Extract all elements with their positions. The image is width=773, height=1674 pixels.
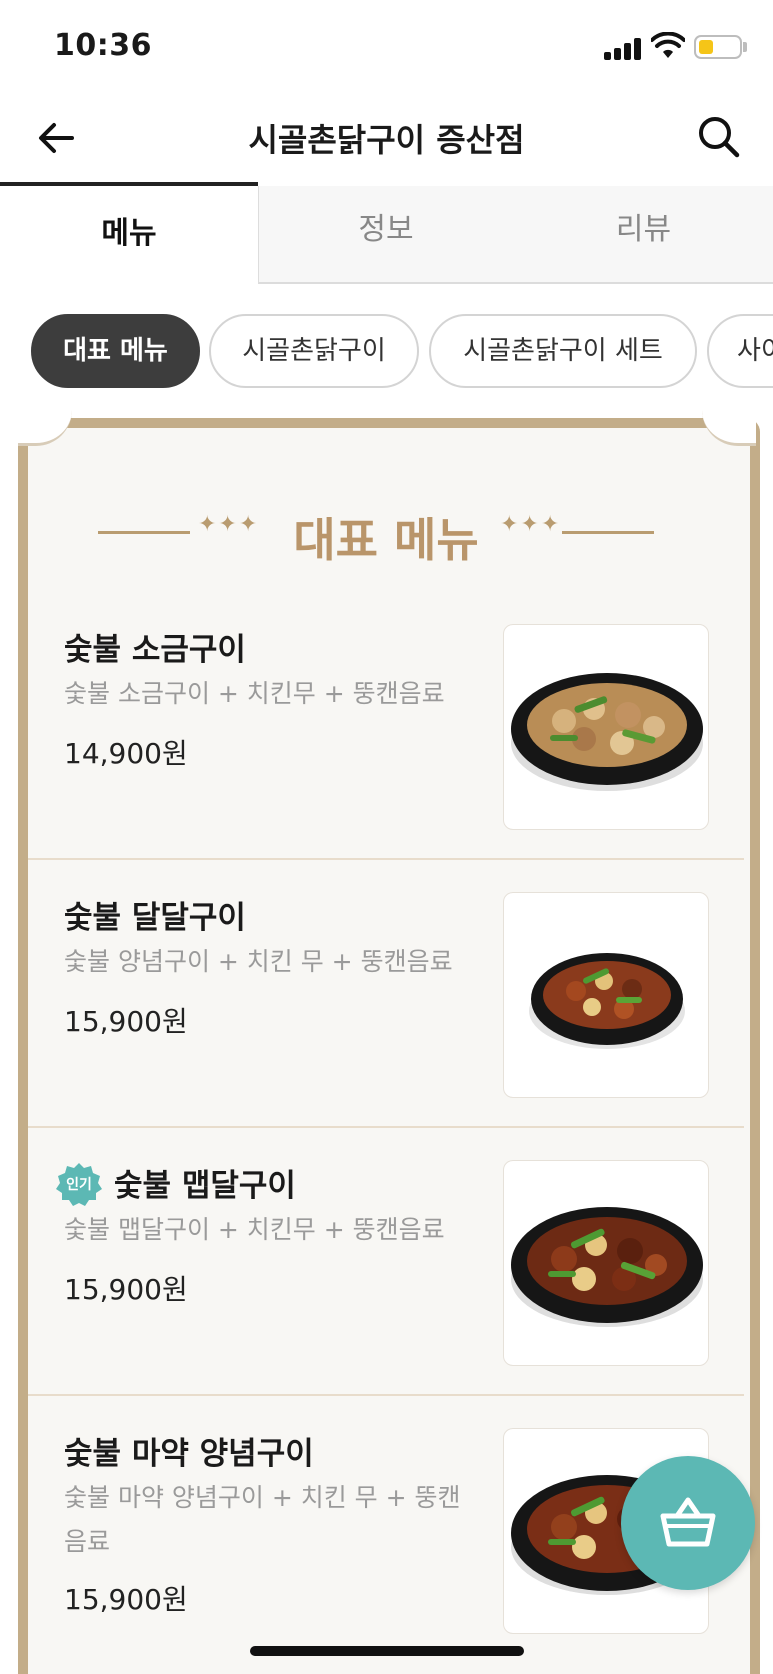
tab-menu[interactable]: 메뉴 <box>0 182 258 284</box>
menu-item-description: 숯불 양념구이 + 치킨 무 + 뚱캔음료 <box>64 947 453 976</box>
menu-item-description: 숯불 마약 양념구이 + 치킨 무 + 뚱캔음료 <box>64 1483 461 1556</box>
menu-item[interactable]: 인기 숯불 맵달구이 숯불 맵달구이 + 치킨무 + 뚱캔음료 15,900원 <box>28 1128 744 1396</box>
menu-item-name: 숯불 마약 양념구이 <box>64 1436 314 1472</box>
chip-featured[interactable]: 대표 메뉴 <box>31 314 200 388</box>
ornament-icon: ✦✦✦ <box>500 512 562 537</box>
tab-info[interactable]: 정보 <box>258 182 514 284</box>
tab-review[interactable]: 리뷰 <box>514 182 773 284</box>
chip-chicken-grill[interactable]: 시골촌닭구이 <box>209 314 419 388</box>
menu-item[interactable]: 숯불 소금구이 숯불 소금구이 + 치킨무 + 뚱캔음료 14,900원 <box>28 592 744 860</box>
popular-badge-label: 인기 <box>66 1177 92 1193</box>
status-bar: 10:36 <box>0 0 773 96</box>
menu-item-price: 15,900원 <box>64 1005 188 1038</box>
home-indicator[interactable] <box>250 1646 524 1656</box>
menu-item-price: 15,900원 <box>64 1273 188 1306</box>
category-chips: 대표 메뉴 시골촌닭구이 시골촌닭구이 세트 사이 <box>0 312 773 392</box>
signal-icon <box>604 36 644 60</box>
cart-button[interactable] <box>621 1456 755 1590</box>
wifi-icon <box>651 32 685 58</box>
section-title: 대표 메뉴 <box>293 513 479 567</box>
menu-item-description: 숯불 맵달구이 + 치킨무 + 뚱캔음료 <box>64 1215 445 1244</box>
app-header: 시골촌닭구이 증산점 <box>0 96 773 186</box>
menu-item-photo <box>503 624 709 830</box>
store-tabs: 메뉴 정보 리뷰 <box>0 182 773 284</box>
menu-item[interactable]: 숯불 달달구이 숯불 양념구이 + 치킨 무 + 뚱캔음료 15,900원 <box>28 860 744 1128</box>
basket-icon <box>660 1497 716 1547</box>
menu-item-name: 숯불 달달구이 <box>64 900 246 936</box>
menu-item-price: 15,900원 <box>64 1583 188 1616</box>
chip-chicken-grill-set[interactable]: 시골촌닭구이 세트 <box>429 314 697 388</box>
store-title: 시골촌닭구이 증산점 <box>248 121 525 159</box>
section-heading: ✦✦✦ 대표 메뉴 ✦✦✦ <box>28 500 744 567</box>
menu-item-photo <box>503 892 709 1098</box>
menu-item-name: 숯불 소금구이 <box>64 632 246 668</box>
battery-icon <box>694 35 742 59</box>
menu-item-price: 14,900원 <box>64 737 188 770</box>
status-time: 10:36 <box>54 28 152 63</box>
menu-item-photo <box>503 1160 709 1366</box>
chip-side[interactable]: 사이 <box>707 314 773 388</box>
search-icon[interactable] <box>694 112 744 162</box>
menu-item-name: 숯불 맵달구이 <box>114 1168 296 1204</box>
menu-item-description: 숯불 소금구이 + 치킨무 + 뚱캔음료 <box>64 679 445 708</box>
